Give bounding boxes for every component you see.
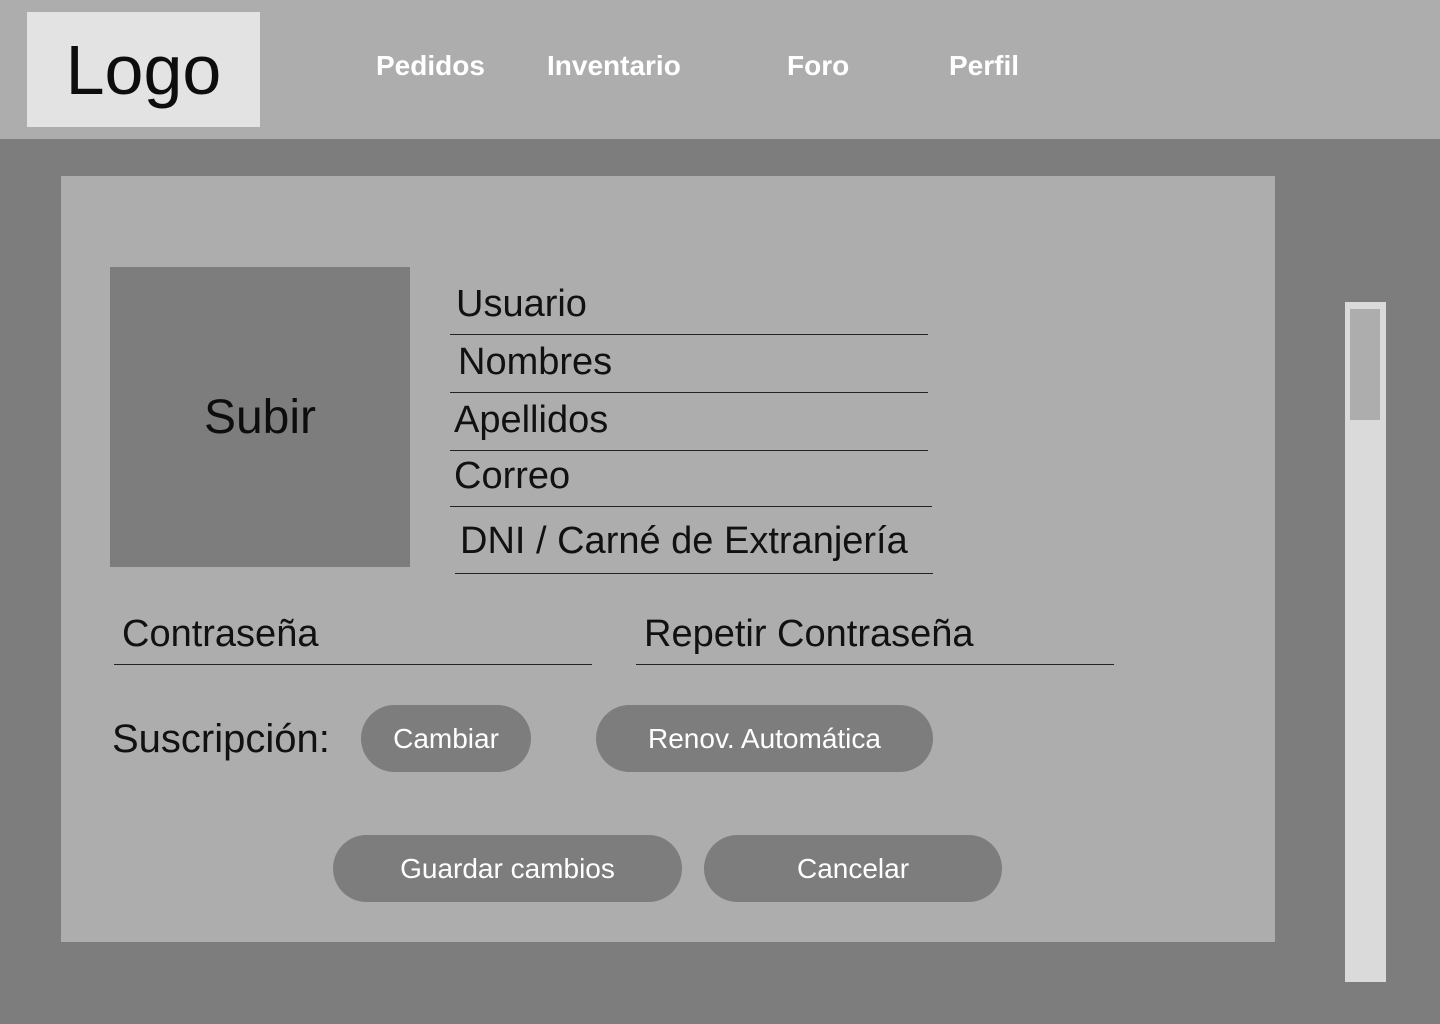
nombres-placeholder: Nombres bbox=[458, 341, 613, 383]
nav-item-inventario[interactable]: Inventario bbox=[547, 50, 681, 82]
password-placeholder: Contraseña bbox=[122, 613, 319, 655]
top-header: Logo Pedidos Inventario Foro Perfil bbox=[0, 0, 1440, 139]
dni-placeholder: DNI / Carné de Extranjería bbox=[460, 520, 908, 562]
nav-item-pedidos[interactable]: Pedidos bbox=[376, 50, 485, 82]
apellidos-placeholder: Apellidos bbox=[454, 399, 609, 441]
dni-field[interactable]: DNI / Carné de Extranjería bbox=[455, 507, 933, 574]
subscription-label: Suscripción: bbox=[112, 717, 330, 761]
logo[interactable]: Logo bbox=[27, 12, 260, 127]
nav-item-foro[interactable]: Foro bbox=[787, 50, 849, 82]
usuario-field[interactable]: Usuario bbox=[450, 270, 928, 335]
repeat-password-placeholder: Repetir Contraseña bbox=[644, 613, 974, 655]
correo-placeholder: Correo bbox=[454, 455, 571, 497]
nav-item-perfil[interactable]: Perfil bbox=[949, 50, 1019, 82]
usuario-placeholder: Usuario bbox=[456, 283, 587, 325]
password-field[interactable]: Contraseña bbox=[114, 598, 592, 665]
nombres-field[interactable]: Nombres bbox=[450, 335, 928, 393]
repeat-password-field[interactable]: Repetir Contraseña bbox=[636, 598, 1114, 665]
auto-renew-button[interactable]: Renov. Automática bbox=[596, 705, 933, 772]
change-subscription-button[interactable]: Cambiar bbox=[361, 705, 531, 772]
cancel-button[interactable]: Cancelar bbox=[704, 835, 1002, 902]
correo-field[interactable]: Correo bbox=[450, 451, 932, 507]
apellidos-field[interactable]: Apellidos bbox=[450, 393, 928, 451]
upload-photo-button[interactable]: Subir bbox=[110, 267, 410, 567]
save-changes-button[interactable]: Guardar cambios bbox=[333, 835, 682, 902]
scrollbar-thumb[interactable] bbox=[1350, 309, 1380, 420]
